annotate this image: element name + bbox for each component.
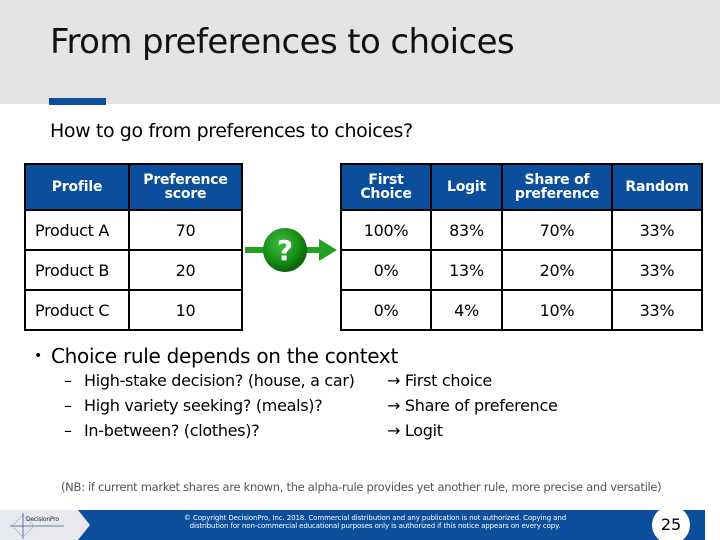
header-profile: Profile xyxy=(24,163,130,211)
header-random: Random xyxy=(611,163,703,211)
profile-cell: Product C xyxy=(24,289,130,331)
bullet-main-text: Choice rule depends on the context xyxy=(51,344,398,368)
sub-bullet-list: – High-stake decision? (house, a car) → … xyxy=(34,371,558,446)
first-choice-cell: 100% xyxy=(340,209,432,251)
header-logit: Logit xyxy=(430,163,503,211)
table-header-row: Profile Preference score xyxy=(24,163,243,211)
sub-bullet-question: In-between? (clothes)? xyxy=(84,421,260,440)
score-cell: 10 xyxy=(128,289,243,331)
header-line: score xyxy=(164,186,207,202)
table-header-row: First Choice Logit Share of preference R… xyxy=(340,163,703,211)
header-line: Preference xyxy=(143,172,228,188)
table-row: 0% 13% 20% 33% xyxy=(340,249,703,291)
arrow-right-icon: → xyxy=(387,396,401,415)
table-row: Product A 70 xyxy=(24,209,243,251)
header-first-choice: First Choice xyxy=(340,163,432,211)
header-share-of-preference: Share of preference xyxy=(501,163,613,211)
sub-bullet: – High variety seeking? (meals)? → Share… xyxy=(34,396,558,421)
sub-bullet-rule: → Share of preference xyxy=(387,396,558,415)
share-cell: 70% xyxy=(501,209,613,251)
dash-icon: – xyxy=(64,421,72,440)
bullet-list: • Choice rule depends on the context – H… xyxy=(34,344,558,446)
table-row: 100% 83% 70% 33% xyxy=(340,209,703,251)
arrow-head-icon xyxy=(319,239,337,261)
sub-bullet: – In-between? (clothes)? → Logit xyxy=(34,421,443,446)
footnote: (NB: if current market shares are known,… xyxy=(61,480,662,494)
header-preference-score: Preference score xyxy=(128,163,243,211)
sub-bullet: – High-stake decision? (house, a car) → … xyxy=(34,371,492,396)
copyright-line: distribution for non-commercial educatio… xyxy=(189,522,561,530)
arrow-right-icon: → xyxy=(387,421,401,440)
preference-score-table: Profile Preference score Product A 70 Pr… xyxy=(24,163,243,331)
logo-text: DecisionPro xyxy=(26,516,59,523)
title-accent-bar xyxy=(49,98,106,105)
rule-text: First choice xyxy=(404,371,492,390)
choice-rule-table: First Choice Logit Share of preference R… xyxy=(340,163,703,331)
profile-cell: Product B xyxy=(24,249,130,291)
dash-icon: – xyxy=(64,371,72,390)
table-row: Product B 20 xyxy=(24,249,243,291)
dash-icon: – xyxy=(64,396,72,415)
header-line: Share of xyxy=(524,172,590,188)
flow-line-right xyxy=(305,247,321,253)
sub-bullet-question: High variety seeking? (meals)? xyxy=(84,396,323,415)
profile-cell: Product A xyxy=(24,209,130,251)
header-line: First xyxy=(368,172,404,188)
bullet-icon: • xyxy=(34,348,42,364)
score-cell: 70 xyxy=(128,209,243,251)
sub-bullet-question: High-stake decision? (house, a car) xyxy=(84,371,355,390)
random-cell: 33% xyxy=(611,289,703,331)
page-number: 25 xyxy=(652,506,690,540)
arrow-right-icon: → xyxy=(387,371,401,390)
copyright-line: © Copyright DecisionPro, Inc. 2018. Comm… xyxy=(183,514,567,522)
slide-subtitle: How to go from preferences to choices? xyxy=(50,120,413,142)
table-row: Product C 10 xyxy=(24,289,243,331)
logit-cell: 4% xyxy=(430,289,503,331)
question-glyph: ? xyxy=(277,234,293,267)
sub-bullet-rule: → First choice xyxy=(387,371,492,390)
random-cell: 33% xyxy=(611,249,703,291)
score-cell: 20 xyxy=(128,249,243,291)
share-cell: 10% xyxy=(501,289,613,331)
bullet-main: • Choice rule depends on the context xyxy=(34,344,398,368)
share-cell: 20% xyxy=(501,249,613,291)
logit-cell: 83% xyxy=(430,209,503,251)
decisionpro-logo-icon xyxy=(10,513,64,539)
slide-title: From preferences to choices xyxy=(50,22,515,62)
first-choice-cell: 0% xyxy=(340,249,432,291)
table-row: 0% 4% 10% 33% xyxy=(340,289,703,331)
random-cell: 33% xyxy=(611,209,703,251)
rule-text: Share of preference xyxy=(404,396,558,415)
copyright-notice: © Copyright DecisionPro, Inc. 2018. Comm… xyxy=(155,514,595,530)
sub-bullet-rule: → Logit xyxy=(387,421,443,440)
question-arrow-icon: ? xyxy=(245,228,337,272)
logit-cell: 13% xyxy=(430,249,503,291)
first-choice-cell: 0% xyxy=(340,289,432,331)
header-line: Choice xyxy=(360,186,412,202)
rule-text: Logit xyxy=(404,421,443,440)
header-line: preference xyxy=(514,186,600,202)
